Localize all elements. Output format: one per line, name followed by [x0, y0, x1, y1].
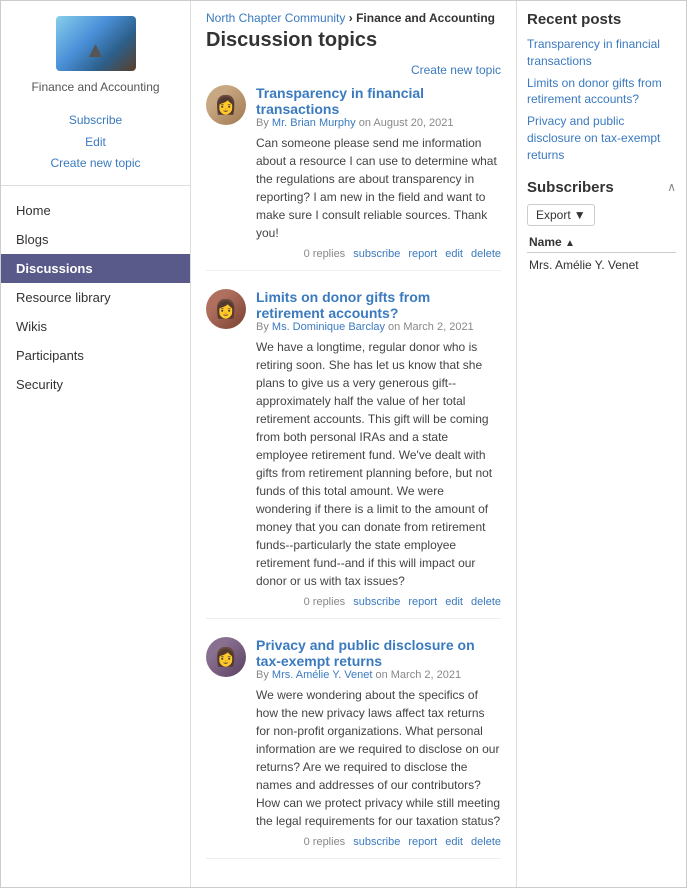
right-panel: Recent posts Transparency in financial t… — [516, 1, 686, 887]
breadcrumb: North Chapter Community › Finance and Ac… — [206, 11, 501, 25]
recent-post-link-2[interactable]: Limits on donor gifts from retirement ac… — [527, 75, 676, 109]
sidebar-nav: Home Blogs Discussions Resource library … — [1, 196, 190, 399]
sidebar-item-discussions[interactable]: Discussions — [1, 254, 190, 283]
subscribers-title: Subscribers — [527, 179, 614, 196]
post-text-1: Can someone please send me information a… — [256, 134, 501, 242]
post-date-1: August 20, 2021 — [373, 117, 453, 129]
post-title-2[interactable]: Limits on donor gifts from retirement ac… — [256, 289, 430, 321]
post-avatar-2: 👩 — [206, 289, 246, 329]
sidebar-logo-title: Finance and Accounting — [11, 80, 180, 94]
post-body-1: Transparency in financial transactions B… — [256, 85, 501, 260]
post-actions-1: 0 replies subscribe report edit delete — [256, 248, 501, 260]
post-delete-3[interactable]: delete — [471, 836, 501, 848]
name-header-label: Name — [529, 235, 562, 249]
sidebar-item-home[interactable]: Home — [1, 196, 190, 225]
sort-arrow-icon[interactable]: ▲ — [565, 238, 575, 249]
discussion-post-2: 👩 Limits on donor gifts from retirement … — [206, 289, 501, 619]
post-text-2: We have a longtime, regular donor who is… — [256, 338, 501, 590]
post-replies-2: 0 replies — [304, 596, 346, 608]
avatar-image-3: 👩 — [206, 637, 246, 677]
subscribers-table: Name ▲ Mrs. Amélie Y. Venet — [527, 232, 676, 277]
sidebar-item-security[interactable]: Security — [1, 370, 190, 399]
post-delete-1[interactable]: delete — [471, 248, 501, 260]
discussion-post-3: 👩 Privacy and public disclosure on tax-e… — [206, 637, 501, 859]
post-title-3[interactable]: Privacy and public disclosure on tax-exe… — [256, 637, 475, 669]
edit-link[interactable]: Edit — [1, 132, 190, 154]
post-author-3[interactable]: Mrs. Amélie Y. Venet — [272, 669, 372, 681]
breadcrumb-current: Finance and Accounting — [356, 11, 495, 25]
create-topic-link[interactable]: Create new topic — [411, 63, 501, 77]
post-body-2: Limits on donor gifts from retirement ac… — [256, 289, 501, 608]
post-edit-3[interactable]: edit — [445, 836, 463, 848]
export-arrow-icon: ▼ — [574, 208, 586, 222]
recent-post-link-1[interactable]: Transparency in financial transactions — [527, 36, 676, 70]
recent-posts-title: Recent posts — [527, 11, 676, 28]
chevron-up-icon[interactable]: ∧ — [667, 180, 676, 194]
post-replies-1: 0 replies — [304, 248, 346, 260]
subscriber-row-1: Mrs. Amélie Y. Venet — [527, 252, 676, 277]
main-content: North Chapter Community › Finance and Ac… — [191, 1, 516, 887]
sidebar-item-resource-library[interactable]: Resource library — [1, 283, 190, 312]
sidebar-item-blogs[interactable]: Blogs — [1, 225, 190, 254]
breadcrumb-separator: › — [349, 11, 356, 25]
post-meta-3: By Mrs. Amélie Y. Venet on March 2, 2021 — [256, 669, 501, 681]
post-actions-2: 0 replies subscribe report edit delete — [256, 596, 501, 608]
sidebar-quick-links: Subscribe Edit Create new topic — [1, 110, 190, 175]
sidebar-logo-area: Finance and Accounting — [1, 1, 190, 102]
export-button[interactable]: Export ▼ — [527, 204, 595, 226]
breadcrumb-community[interactable]: North Chapter Community — [206, 11, 345, 25]
post-edit-2[interactable]: edit — [445, 596, 463, 608]
post-date-2: March 2, 2021 — [403, 321, 473, 333]
subscriber-name-1: Mrs. Amélie Y. Venet — [527, 252, 676, 277]
avatar-image-2: 👩 — [206, 289, 246, 329]
sidebar-divider — [1, 185, 190, 186]
recent-post-link-3[interactable]: Privacy and public disclosure on tax-exe… — [527, 113, 676, 163]
post-date-3: March 2, 2021 — [391, 669, 461, 681]
post-author-2[interactable]: Ms. Dominique Barclay — [272, 321, 385, 333]
logo-image — [56, 16, 136, 71]
post-text-3: We were wondering about the specifics of… — [256, 686, 501, 830]
sidebar-item-wikis[interactable]: Wikis — [1, 312, 190, 341]
discussion-post-1: 👩 Transparency in financial transactions… — [206, 85, 501, 271]
post-actions-3: 0 replies subscribe report edit delete — [256, 836, 501, 848]
post-meta-1: By Mr. Brian Murphy on August 20, 2021 — [256, 117, 501, 129]
page-title: Discussion topics — [206, 29, 501, 52]
post-edit-1[interactable]: edit — [445, 248, 463, 260]
sidebar-item-participants[interactable]: Participants — [1, 341, 190, 370]
post-report-2[interactable]: report — [408, 596, 437, 608]
post-subscribe-3[interactable]: subscribe — [353, 836, 400, 848]
subscribe-link[interactable]: Subscribe — [1, 110, 190, 132]
create-topic-area: Create new topic — [206, 62, 501, 77]
post-subscribe-2[interactable]: subscribe — [353, 596, 400, 608]
post-replies-3: 0 replies — [304, 836, 346, 848]
post-avatar-1: 👩 — [206, 85, 246, 125]
post-title-1[interactable]: Transparency in financial transactions — [256, 85, 424, 117]
subscribers-header: Subscribers ∧ — [527, 179, 676, 196]
post-report-3[interactable]: report — [408, 836, 437, 848]
post-avatar-3: 👩 — [206, 637, 246, 677]
create-topic-sidebar-link[interactable]: Create new topic — [1, 153, 190, 175]
post-delete-2[interactable]: delete — [471, 596, 501, 608]
post-meta-2: By Ms. Dominique Barclay on March 2, 202… — [256, 321, 501, 333]
subscribers-table-header: Name ▲ — [527, 232, 676, 253]
export-label: Export — [536, 208, 571, 222]
post-author-1[interactable]: Mr. Brian Murphy — [272, 117, 356, 129]
post-subscribe-1[interactable]: subscribe — [353, 248, 400, 260]
sidebar: Finance and Accounting Subscribe Edit Cr… — [1, 1, 191, 887]
avatar-image-1: 👩 — [206, 85, 246, 125]
post-body-3: Privacy and public disclosure on tax-exe… — [256, 637, 501, 848]
post-report-1[interactable]: report — [408, 248, 437, 260]
subscribers-section: Subscribers ∧ Export ▼ Name ▲ — [527, 179, 676, 277]
